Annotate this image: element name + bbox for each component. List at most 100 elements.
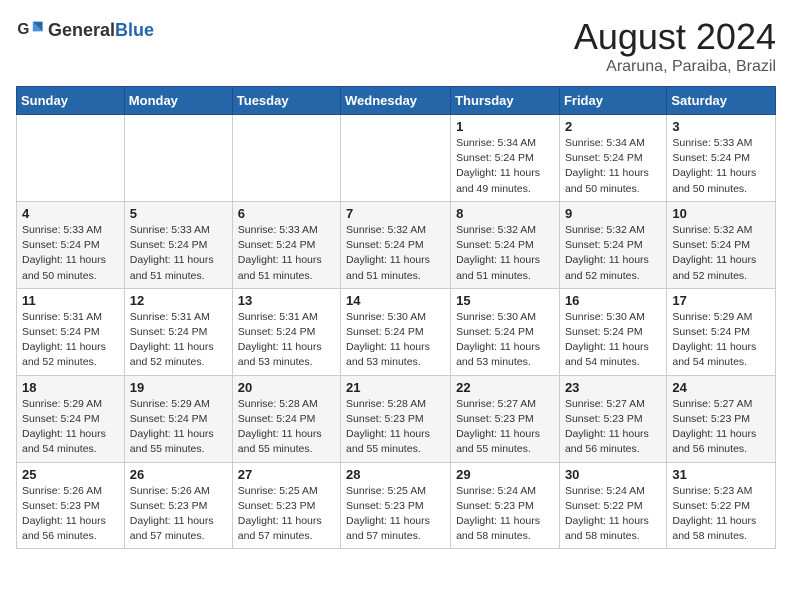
svg-text:G: G	[17, 21, 29, 38]
calendar-cell	[341, 115, 451, 202]
day-info: Sunrise: 5:33 AM Sunset: 5:24 PM Dayligh…	[238, 223, 335, 284]
calendar-cell: 6 Sunrise: 5:33 AM Sunset: 5:24 PM Daylig…	[232, 201, 340, 288]
day-number: 3	[672, 119, 770, 134]
day-info: Sunrise: 5:34 AM Sunset: 5:24 PM Dayligh…	[456, 136, 554, 197]
day-header-monday: Monday	[124, 87, 232, 115]
calendar-cell: 31Sunrise: 5:23 AM Sunset: 5:22 PM Dayli…	[667, 462, 776, 549]
calendar-cell: 30 Sunrise: 5:24 AM Sunset: 5:22 PM Dayli…	[559, 462, 666, 549]
calendar-header-row: SundayMondayTuesdayWednesdayThursdayFrid…	[17, 87, 776, 115]
day-info: Sunrise: 5:27 AM Sunset: 5:23 PM Dayligh…	[672, 397, 770, 458]
day-info: Sunrise: 5:30 AM Sunset: 5:24 PM Dayligh…	[456, 310, 554, 371]
day-number: 13	[238, 293, 335, 308]
calendar-cell	[124, 115, 232, 202]
calendar-cell	[17, 115, 125, 202]
day-number: 19	[130, 380, 227, 395]
day-header-thursday: Thursday	[451, 87, 560, 115]
calendar-cell: 10 Sunrise: 5:32 AM Sunset: 5:24 PM Dayli…	[667, 201, 776, 288]
day-info: Sunrise: 5:32 AM Sunset: 5:24 PM Dayligh…	[672, 223, 770, 284]
calendar-cell: 29Sunrise: 5:24 AM Sunset: 5:23 PM Dayli…	[451, 462, 560, 549]
day-info: Sunrise: 5:34 AM Sunset: 5:24 PM Dayligh…	[565, 136, 661, 197]
calendar-week-row: 18 Sunrise: 5:29 AM Sunset: 5:24 PM Dayli…	[17, 375, 776, 462]
calendar-cell: 28 Sunrise: 5:25 AM Sunset: 5:23 PM Dayli…	[341, 462, 451, 549]
day-info: Sunrise: 5:30 AM Sunset: 5:24 PM Dayligh…	[565, 310, 661, 371]
day-number: 18	[22, 380, 119, 395]
day-info: Sunrise: 5:32 AM Sunset: 5:24 PM Dayligh…	[346, 223, 445, 284]
day-number: 26	[130, 467, 227, 482]
day-number: 8	[456, 206, 554, 221]
day-header-friday: Friday	[559, 87, 666, 115]
day-info: Sunrise: 5:33 AM Sunset: 5:24 PM Dayligh…	[130, 223, 227, 284]
calendar-location: Araruna, Paraiba, Brazil	[574, 58, 776, 76]
day-number: 21	[346, 380, 445, 395]
calendar-cell: 16 Sunrise: 5:30 AM Sunset: 5:24 PM Dayli…	[559, 288, 666, 375]
day-number: 20	[238, 380, 335, 395]
day-info: Sunrise: 5:30 AM Sunset: 5:24 PM Dayligh…	[346, 310, 445, 371]
calendar-cell: 3 Sunrise: 5:33 AM Sunset: 5:24 PM Daylig…	[667, 115, 776, 202]
calendar-cell: 17 Sunrise: 5:29 AM Sunset: 5:24 PM Dayli…	[667, 288, 776, 375]
day-info: Sunrise: 5:26 AM Sunset: 5:23 PM Dayligh…	[130, 484, 227, 545]
day-number: 5	[130, 206, 227, 221]
calendar-cell: 11Sunrise: 5:31 AM Sunset: 5:24 PM Dayli…	[17, 288, 125, 375]
day-info: Sunrise: 5:31 AM Sunset: 5:24 PM Dayligh…	[22, 310, 119, 371]
page-header: G GeneralBlue August 2024 Araruna, Parai…	[16, 16, 776, 76]
title-block: August 2024 Araruna, Paraiba, Brazil	[574, 16, 776, 76]
day-info: Sunrise: 5:25 AM Sunset: 5:23 PM Dayligh…	[346, 484, 445, 545]
day-header-saturday: Saturday	[667, 87, 776, 115]
calendar-cell	[232, 115, 340, 202]
day-number: 15	[456, 293, 554, 308]
logo-general-text: General	[48, 20, 115, 40]
calendar-cell: 18 Sunrise: 5:29 AM Sunset: 5:24 PM Dayli…	[17, 375, 125, 462]
calendar-week-row: 1Sunrise: 5:34 AM Sunset: 5:24 PM Daylig…	[17, 115, 776, 202]
calendar-title: August 2024	[574, 16, 776, 58]
calendar-cell: 26 Sunrise: 5:26 AM Sunset: 5:23 PM Dayli…	[124, 462, 232, 549]
day-number: 29	[456, 467, 554, 482]
day-number: 9	[565, 206, 661, 221]
calendar-cell: 9 Sunrise: 5:32 AM Sunset: 5:24 PM Daylig…	[559, 201, 666, 288]
day-number: 4	[22, 206, 119, 221]
day-number: 16	[565, 293, 661, 308]
calendar-cell: 19 Sunrise: 5:29 AM Sunset: 5:24 PM Dayli…	[124, 375, 232, 462]
day-info: Sunrise: 5:31 AM Sunset: 5:24 PM Dayligh…	[130, 310, 227, 371]
day-number: 31	[672, 467, 770, 482]
day-number: 12	[130, 293, 227, 308]
calendar-cell: 2 Sunrise: 5:34 AM Sunset: 5:24 PM Daylig…	[559, 115, 666, 202]
day-number: 30	[565, 467, 661, 482]
day-info: Sunrise: 5:29 AM Sunset: 5:24 PM Dayligh…	[672, 310, 770, 371]
calendar-cell: 20 Sunrise: 5:28 AM Sunset: 5:24 PM Dayli…	[232, 375, 340, 462]
day-info: Sunrise: 5:25 AM Sunset: 5:23 PM Dayligh…	[238, 484, 335, 545]
day-number: 22	[456, 380, 554, 395]
day-info: Sunrise: 5:29 AM Sunset: 5:24 PM Dayligh…	[22, 397, 119, 458]
calendar-cell: 15 Sunrise: 5:30 AM Sunset: 5:24 PM Dayli…	[451, 288, 560, 375]
day-number: 10	[672, 206, 770, 221]
calendar-cell: 25Sunrise: 5:26 AM Sunset: 5:23 PM Dayli…	[17, 462, 125, 549]
calendar-cell: 24 Sunrise: 5:27 AM Sunset: 5:23 PM Dayli…	[667, 375, 776, 462]
day-info: Sunrise: 5:31 AM Sunset: 5:24 PM Dayligh…	[238, 310, 335, 371]
calendar-cell: 23Sunrise: 5:27 AM Sunset: 5:23 PM Dayli…	[559, 375, 666, 462]
calendar-cell: 1Sunrise: 5:34 AM Sunset: 5:24 PM Daylig…	[451, 115, 560, 202]
calendar-cell: 27 Sunrise: 5:25 AM Sunset: 5:23 PM Dayli…	[232, 462, 340, 549]
calendar-cell: 14 Sunrise: 5:30 AM Sunset: 5:24 PM Dayli…	[341, 288, 451, 375]
day-info: Sunrise: 5:33 AM Sunset: 5:24 PM Dayligh…	[672, 136, 770, 197]
day-number: 2	[565, 119, 661, 134]
day-info: Sunrise: 5:24 AM Sunset: 5:22 PM Dayligh…	[565, 484, 661, 545]
day-number: 27	[238, 467, 335, 482]
logo: G GeneralBlue	[16, 16, 154, 44]
calendar-cell: 8Sunrise: 5:32 AM Sunset: 5:24 PM Daylig…	[451, 201, 560, 288]
day-info: Sunrise: 5:29 AM Sunset: 5:24 PM Dayligh…	[130, 397, 227, 458]
calendar-cell: 21 Sunrise: 5:28 AM Sunset: 5:23 PM Dayli…	[341, 375, 451, 462]
day-number: 6	[238, 206, 335, 221]
day-number: 24	[672, 380, 770, 395]
day-number: 17	[672, 293, 770, 308]
day-number: 7	[346, 206, 445, 221]
day-header-sunday: Sunday	[17, 87, 125, 115]
day-info: Sunrise: 5:26 AM Sunset: 5:23 PM Dayligh…	[22, 484, 119, 545]
day-info: Sunrise: 5:27 AM Sunset: 5:23 PM Dayligh…	[565, 397, 661, 458]
day-info: Sunrise: 5:28 AM Sunset: 5:23 PM Dayligh…	[346, 397, 445, 458]
day-info: Sunrise: 5:27 AM Sunset: 5:23 PM Dayligh…	[456, 397, 554, 458]
logo-icon: G	[16, 16, 44, 44]
calendar-cell: 7 Sunrise: 5:32 AM Sunset: 5:24 PM Daylig…	[341, 201, 451, 288]
day-number: 28	[346, 467, 445, 482]
day-number: 14	[346, 293, 445, 308]
day-info: Sunrise: 5:32 AM Sunset: 5:24 PM Dayligh…	[565, 223, 661, 284]
day-info: Sunrise: 5:28 AM Sunset: 5:24 PM Dayligh…	[238, 397, 335, 458]
